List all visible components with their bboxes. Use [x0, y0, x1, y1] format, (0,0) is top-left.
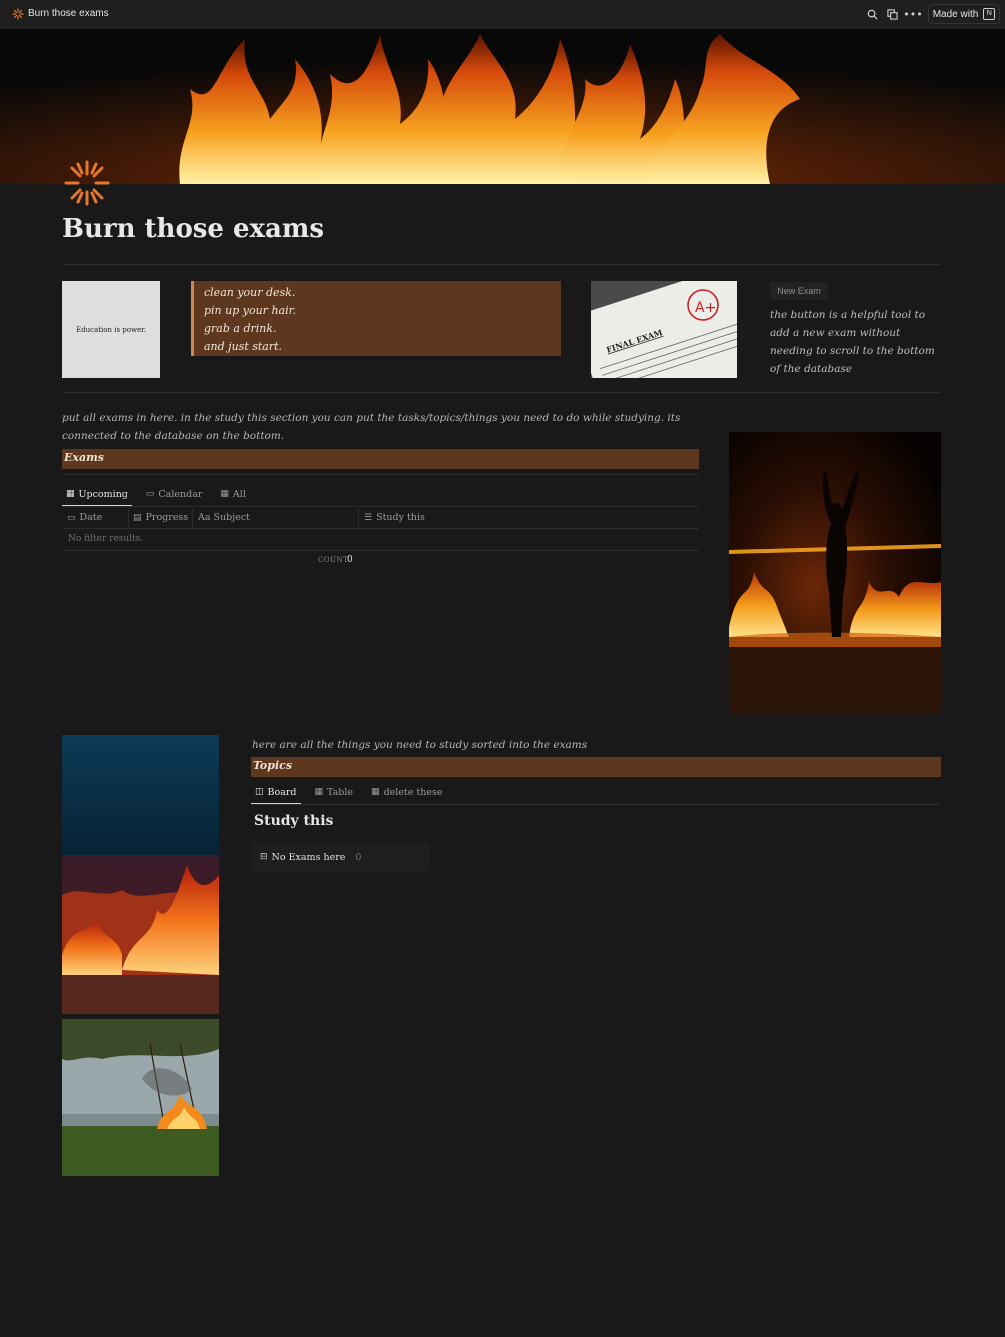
- tab-delete-these[interactable]: ▦ delete these: [367, 781, 446, 803]
- topics-header: Topics: [251, 757, 941, 777]
- education-image: Education is power.: [62, 281, 160, 378]
- tab-calendar[interactable]: ▭ Calendar: [142, 483, 207, 505]
- tab-all[interactable]: ▦ All: [216, 483, 249, 505]
- empty-results-text: No filter results.: [68, 534, 144, 544]
- table-icon: ▦: [314, 787, 324, 797]
- tab-upcoming[interactable]: ▦ Upcoming: [62, 483, 132, 507]
- divider: [62, 506, 699, 507]
- page-title[interactable]: Burn those exams: [62, 214, 324, 244]
- inbox-icon: ⊟: [260, 852, 268, 862]
- divider: [62, 528, 699, 529]
- column-label: Progress: [145, 512, 189, 523]
- column-divider: [358, 508, 359, 528]
- topbar-page-title[interactable]: Burn those exams: [28, 8, 109, 19]
- table-icon: ▦: [220, 489, 229, 499]
- count-value: 0: [347, 555, 353, 565]
- more-icon[interactable]: •••: [903, 6, 922, 22]
- group-card-label: No Exams here: [271, 851, 346, 863]
- column-divider: [192, 508, 193, 528]
- calendar-icon: ▭: [145, 489, 155, 499]
- group-card-count: 0: [355, 851, 362, 863]
- burning-swing-photo: [62, 1019, 219, 1176]
- column-study-this[interactable]: ☰ Study this: [364, 512, 425, 523]
- exams-note: put all exams in here. in the study this…: [62, 412, 681, 442]
- sunburst-icon[interactable]: [64, 160, 110, 206]
- tab-label: Calendar: [158, 488, 203, 500]
- search-icon[interactable]: [865, 6, 879, 22]
- divider: [62, 392, 941, 393]
- board-icon: ◫: [255, 787, 264, 797]
- divider: [251, 804, 941, 805]
- tab-table[interactable]: ▦ Table: [311, 781, 358, 803]
- tab-board[interactable]: ◫ Board: [251, 781, 301, 805]
- button-note: the button is a helpful tool to add a ne…: [770, 309, 935, 375]
- topics-note: here are all the things you need to stud…: [252, 739, 588, 751]
- final-exam-photo: FINAL EXAM A+: [591, 281, 737, 378]
- divider: [62, 474, 699, 475]
- grade-mark: A+: [695, 300, 716, 316]
- made-with-button[interactable]: Made with N: [928, 4, 1000, 24]
- quote-line: clean your desk.: [204, 286, 296, 299]
- fire-on-water-photo: [62, 735, 219, 1014]
- calendar-icon: ▭: [67, 512, 76, 523]
- divider: [62, 550, 699, 551]
- motivation-callout: clean your desk. pin up your hair. grab …: [191, 281, 561, 356]
- exams-header: Exams: [62, 449, 699, 469]
- column-subject[interactable]: Aa Subject: [198, 512, 250, 523]
- board-group-no-exams[interactable]: ⊟ No Exams here 0: [252, 842, 430, 872]
- table-icon: ▦: [66, 489, 75, 499]
- cover-image[interactable]: [0, 29, 1005, 184]
- fire-dancer-photo: [729, 432, 941, 714]
- sunburst-icon: [12, 8, 24, 20]
- topics-view-tabs: ◫ Board ▦ Table ▦ delete these: [251, 781, 446, 805]
- quote-line: grab a drink.: [204, 322, 277, 335]
- new-exam-button[interactable]: New Exam: [770, 282, 828, 300]
- duplicate-icon[interactable]: [885, 6, 899, 22]
- quote-line: pin up your hair.: [204, 304, 297, 317]
- formula-icon: ▤: [133, 512, 142, 523]
- tab-label: All: [232, 488, 246, 500]
- quote-line: and just start.: [204, 340, 283, 353]
- made-with-label: Made with: [932, 8, 979, 20]
- tab-label: Board: [267, 786, 297, 798]
- column-label: Date: [79, 512, 103, 523]
- list-icon: ☰: [364, 512, 373, 523]
- tab-label: delete these: [383, 786, 443, 798]
- table-icon: ▦: [371, 787, 380, 797]
- column-label: Aa Subject: [198, 512, 250, 523]
- tab-label: Table: [327, 786, 354, 798]
- count-label[interactable]: COUNT: [318, 556, 348, 564]
- column-progress[interactable]: ▤ Progress: [133, 512, 188, 523]
- column-divider: [128, 508, 129, 528]
- column-date[interactable]: ▭ Date: [67, 512, 102, 523]
- board-group-title: Study this: [254, 813, 334, 829]
- top-bar: Burn those exams ••• Made with N: [0, 0, 1005, 29]
- education-caption: Education is power.: [76, 325, 146, 334]
- column-label: Study this: [376, 512, 425, 523]
- notion-logo-icon: N: [983, 8, 996, 20]
- exams-view-tabs: ▦ Upcoming ▭ Calendar ▦ All: [62, 483, 250, 507]
- tab-label: Upcoming: [78, 488, 128, 500]
- divider: [62, 264, 941, 265]
